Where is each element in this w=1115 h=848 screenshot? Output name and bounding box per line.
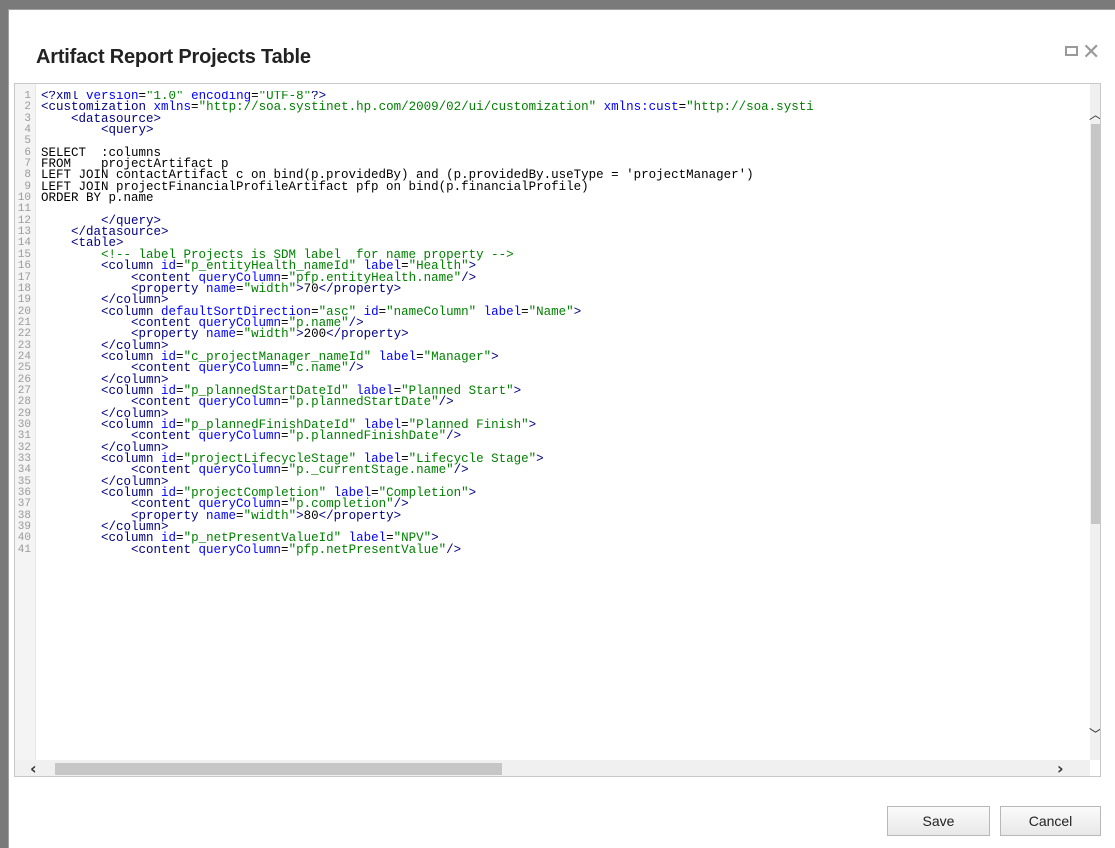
- code-line[interactable]: 31 <content queryColumn="p.plannedFinish…: [15, 430, 1090, 443]
- line-text: <content queryColumn="pfp.netPresentValu…: [131, 542, 462, 557]
- code-line[interactable]: 11: [15, 204, 1090, 216]
- line-number: 2: [24, 101, 31, 114]
- code-line[interactable]: 38 <property name="width">80</property>: [15, 509, 1090, 522]
- line-number: 16: [17, 260, 31, 273]
- code-line[interactable]: 34 <content queryColumn="p._currentStage…: [15, 464, 1090, 477]
- vertical-scrollbar[interactable]: ︿ ﹀: [1089, 84, 1100, 760]
- close-icon[interactable]: ✕: [1082, 40, 1100, 65]
- code-line[interactable]: 41 <content queryColumn="pfp.netPresentV…: [15, 542, 1090, 557]
- code-line[interactable]: 28 <content queryColumn="p.plannedStartD…: [15, 396, 1090, 409]
- line-number: 22: [17, 328, 31, 341]
- code-line[interactable]: 4 <query>: [15, 123, 1090, 138]
- maximize-icon[interactable]: [1065, 46, 1078, 56]
- line-number: 25: [17, 362, 31, 375]
- code-editor[interactable]: 1 <?xml version="1.0" encoding="UTF-8"?> 2…: [14, 83, 1101, 777]
- code-line[interactable]: 18 <property name="width">70</property>: [15, 282, 1090, 295]
- line-text: ORDER BY p.name: [41, 191, 154, 206]
- line-number: 34: [17, 464, 31, 477]
- code-area[interactable]: 1 <?xml version="1.0" encoding="UTF-8"?> 2…: [15, 91, 1090, 756]
- code-line[interactable]: 5: [15, 136, 1090, 148]
- line-number: 28: [17, 396, 31, 409]
- code-line[interactable]: 10 ORDER BY p.name: [15, 191, 1090, 206]
- code-line[interactable]: 25 <content queryColumn="c.name"/>: [15, 362, 1090, 375]
- horizontal-scroll-thumb[interactable]: [55, 763, 502, 775]
- code-line[interactable]: 13 </datasource>: [15, 226, 1090, 239]
- code-line[interactable]: 22 <property name="width">200</property>: [15, 328, 1090, 341]
- code-line[interactable]: 2 <customization xmlns="http://soa.systin…: [15, 101, 1090, 114]
- line-text: <query>: [101, 123, 154, 138]
- dialog-title: Artifact Report Projects Table: [36, 46, 311, 68]
- window-controls: ✕: [1065, 40, 1115, 65]
- code-line[interactable]: 3 <datasource>: [15, 112, 1090, 125]
- horizontal-scrollbar[interactable]: ‹ ›: [15, 759, 1090, 776]
- left-arrow-icon[interactable]: ‹: [30, 759, 37, 776]
- right-arrow-icon[interactable]: ›: [1057, 759, 1064, 776]
- line-number: 41: [17, 543, 31, 556]
- line-number: 19: [17, 294, 31, 307]
- code-line[interactable]: 9 LEFT JOIN projectFinancialProfileArtifa…: [15, 180, 1090, 193]
- down-arrow-icon[interactable]: ﹀: [1089, 724, 1100, 743]
- code-line[interactable]: 12 </query>: [15, 215, 1090, 228]
- cancel-button[interactable]: Cancel: [1000, 806, 1101, 836]
- up-arrow-icon[interactable]: ︿: [1089, 104, 1100, 123]
- line-number: 31: [17, 430, 31, 443]
- vertical-scroll-thumb[interactable]: [1091, 124, 1100, 524]
- save-button[interactable]: Save: [887, 806, 990, 836]
